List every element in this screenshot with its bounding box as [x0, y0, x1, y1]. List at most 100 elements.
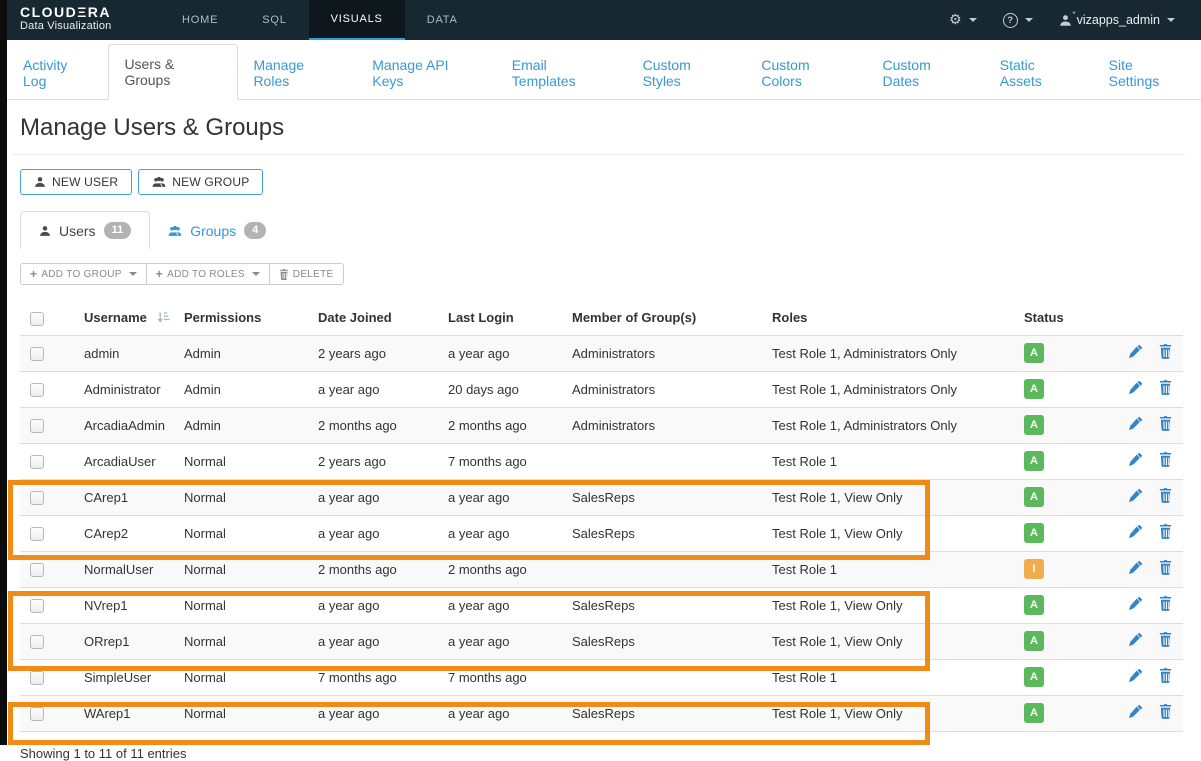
delete-user-button[interactable] [1159, 380, 1172, 395]
subnav-tab-static-assets[interactable]: Static Assets [985, 46, 1094, 100]
title-divider [13, 154, 1185, 155]
nav-item-home[interactable]: HOME [160, 0, 240, 40]
sort-icon[interactable] [156, 311, 170, 324]
subnav-tab-activity-log[interactable]: Activity Log [8, 46, 108, 100]
delete-user-button[interactable] [1159, 632, 1172, 647]
edit-user-button[interactable] [1128, 560, 1143, 575]
edit-user-button[interactable] [1128, 704, 1143, 719]
row-checkbox[interactable] [30, 419, 44, 433]
cell-roles: Test Role 1, Administrators Only [764, 335, 1016, 371]
pencil-icon [1128, 347, 1143, 362]
nav-item-visuals[interactable]: VISUALS [309, 0, 405, 40]
user-menu[interactable]: * vizapps_admin [1059, 13, 1175, 27]
row-checkbox[interactable] [30, 455, 44, 469]
nav-item-sql[interactable]: SQL [240, 0, 308, 40]
pencil-icon [1128, 599, 1143, 614]
edit-user-button[interactable] [1128, 344, 1143, 359]
add-to-group-button[interactable]: + ADD TO GROUP [20, 263, 147, 285]
row-checkbox[interactable] [30, 527, 44, 541]
tab-users[interactable]: Users 11 [20, 211, 150, 249]
cell-date-joined: 2 years ago [310, 443, 440, 479]
edit-user-button[interactable] [1128, 416, 1143, 431]
col-header-permissions[interactable]: Permissions [176, 301, 310, 335]
cell-username: CArep1 [76, 479, 176, 515]
table-wrap: Username Permissions Date Joined Last Lo… [20, 301, 1183, 732]
delete-user-button[interactable] [1159, 488, 1172, 503]
status-badge: A [1024, 415, 1044, 435]
status-badge: A [1024, 667, 1044, 687]
help-icon: ? [1003, 13, 1018, 28]
trash-icon [1159, 671, 1172, 686]
col-header-username[interactable]: Username [84, 310, 147, 325]
new-user-button[interactable]: NEW USER [20, 169, 132, 195]
top-navbar: CLOUDΞRA Data Visualization HOME SQL VIS… [0, 0, 1201, 40]
cell-permissions: Normal [176, 695, 310, 731]
cell-roles: Test Role 1, View Only [764, 695, 1016, 731]
cell-last-login: 2 months ago [440, 407, 564, 443]
delete-user-button[interactable] [1159, 452, 1172, 467]
table-row: ORrep1 Normal a year ago a year ago Sale… [20, 623, 1183, 659]
subnav-tab-custom-colors[interactable]: Custom Colors [746, 46, 867, 100]
delete-user-button[interactable] [1159, 704, 1172, 719]
row-checkbox[interactable] [30, 707, 44, 721]
col-header-roles[interactable]: Roles [764, 301, 1016, 335]
delete-user-button[interactable] [1159, 668, 1172, 683]
select-all-checkbox[interactable] [30, 312, 44, 326]
cell-roles: Test Role 1, View Only [764, 623, 1016, 659]
edit-user-button[interactable] [1128, 488, 1143, 503]
nav-item-data[interactable]: DATA [405, 0, 480, 40]
subnav-tab-email-templates[interactable]: Email Templates [497, 46, 628, 100]
delete-user-button[interactable] [1159, 524, 1172, 539]
col-header-date-joined[interactable]: Date Joined [310, 301, 440, 335]
row-checkbox[interactable] [30, 599, 44, 613]
table-row: WArep1 Normal a year ago a year ago Sale… [20, 695, 1183, 731]
entries-summary: Showing 1 to 11 of 11 entries [20, 746, 1185, 761]
cell-groups [564, 551, 764, 587]
row-checkbox[interactable] [30, 635, 44, 649]
row-checkbox[interactable] [30, 347, 44, 361]
subnav-tab-custom-dates[interactable]: Custom Dates [868, 46, 985, 100]
col-header-groups[interactable]: Member of Group(s) [564, 301, 764, 335]
pencil-icon [1128, 527, 1143, 542]
pencil-icon [1128, 491, 1143, 506]
trash-icon [1159, 527, 1172, 542]
edit-user-button[interactable] [1128, 380, 1143, 395]
settings-menu[interactable]: ⚙ [949, 13, 977, 27]
delete-user-button[interactable] [1159, 416, 1172, 431]
help-menu[interactable]: ? [1003, 13, 1033, 28]
users-group-icon [152, 176, 166, 188]
add-to-group-label: ADD TO GROUP [41, 269, 121, 280]
status-badge: A [1024, 379, 1044, 399]
plus-icon: + [30, 267, 37, 281]
status-badge: A [1024, 703, 1044, 723]
users-table: Username Permissions Date Joined Last Lo… [20, 301, 1183, 732]
row-checkbox[interactable] [30, 383, 44, 397]
cell-username: ArcadiaAdmin [76, 407, 176, 443]
subnav-tab-site-settings[interactable]: Site Settings [1094, 46, 1201, 100]
tab-groups[interactable]: Groups 4 [150, 212, 284, 249]
delete-user-button[interactable] [1159, 596, 1172, 611]
cell-last-login: 7 months ago [440, 659, 564, 695]
delete-user-button[interactable] [1159, 344, 1172, 359]
edit-user-button[interactable] [1128, 668, 1143, 683]
row-checkbox[interactable] [30, 671, 44, 685]
new-group-button[interactable]: NEW GROUP [138, 169, 263, 195]
delete-user-button[interactable] [1159, 560, 1172, 575]
delete-button[interactable]: DELETE [269, 263, 344, 285]
cell-groups: SalesReps [564, 695, 764, 731]
col-header-status[interactable]: Status [1016, 301, 1108, 335]
groups-count-badge: 4 [244, 222, 266, 239]
row-checkbox[interactable] [30, 491, 44, 505]
edit-user-button[interactable] [1128, 632, 1143, 647]
row-checkbox[interactable] [30, 563, 44, 577]
edit-user-button[interactable] [1128, 452, 1143, 467]
edit-user-button[interactable] [1128, 524, 1143, 539]
subnav-tab-users-groups[interactable]: Users & Groups [108, 44, 238, 100]
status-badge: A [1024, 487, 1044, 507]
subnav-tab-manage-api-keys[interactable]: Manage API Keys [357, 46, 497, 100]
edit-user-button[interactable] [1128, 596, 1143, 611]
subnav-tab-custom-styles[interactable]: Custom Styles [628, 46, 747, 100]
col-header-last-login[interactable]: Last Login [440, 301, 564, 335]
subnav-tab-manage-roles[interactable]: Manage Roles [238, 46, 357, 100]
add-to-roles-button[interactable]: + ADD TO ROLES [146, 263, 270, 285]
